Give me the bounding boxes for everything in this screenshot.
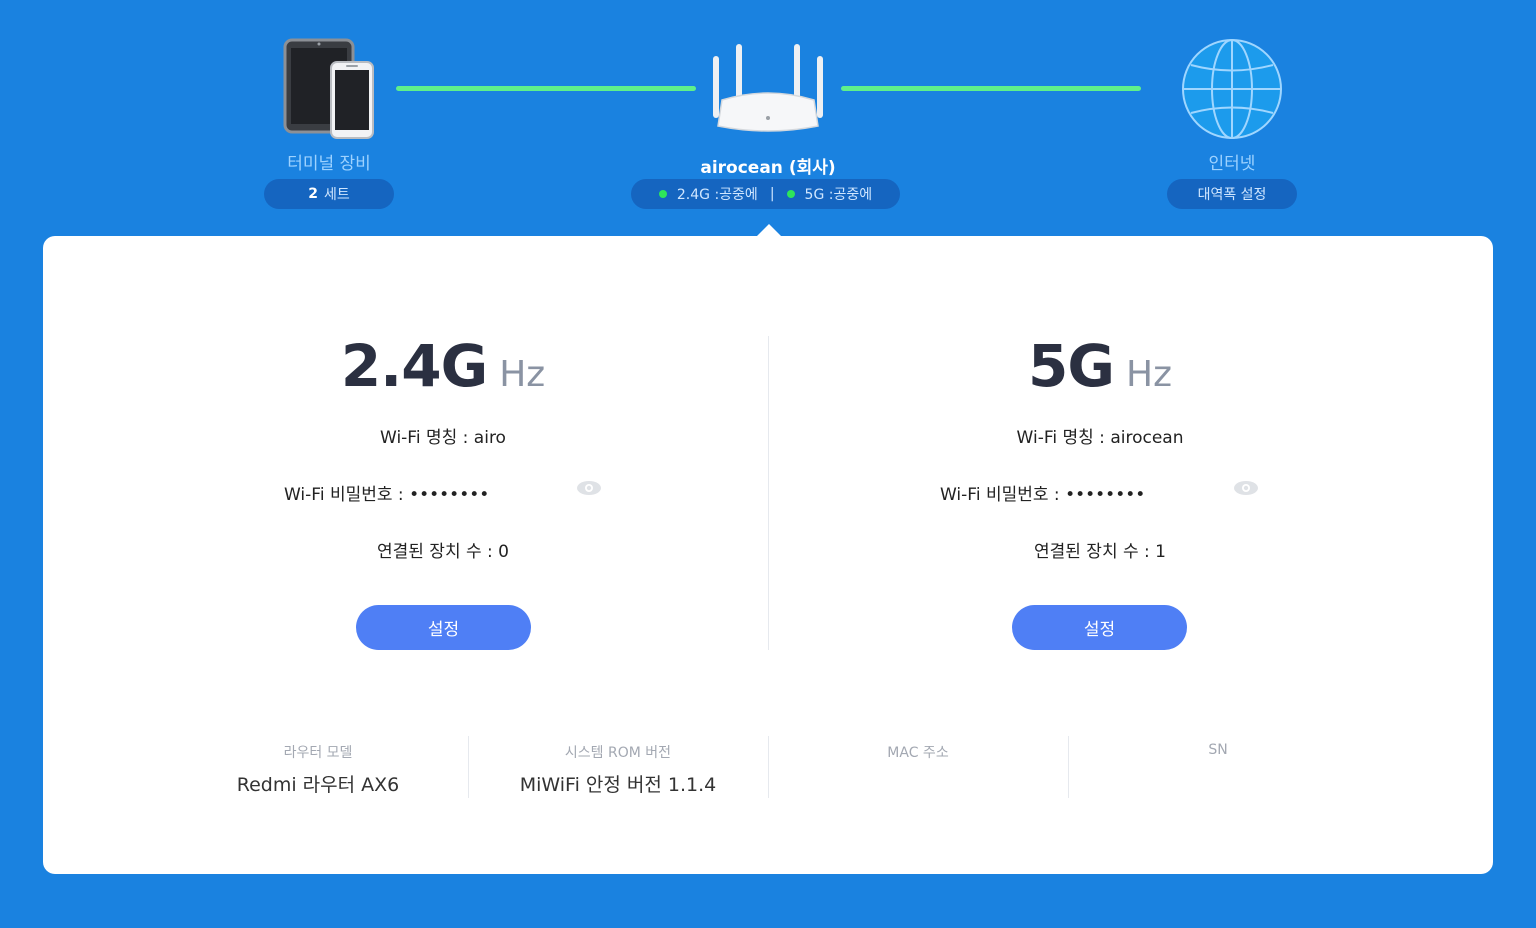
terminal-count-pill[interactable]: 2 세트 bbox=[264, 179, 394, 209]
status-separator: | bbox=[769, 186, 775, 202]
internet-node[interactable]: 인터넷 bbox=[1167, 38, 1297, 174]
info-mac-address: MAC 주소 bbox=[768, 736, 1068, 800]
info-router-model: 라우터 모델 Redmi 라우터 AX6 bbox=[168, 736, 468, 800]
devices-label: 연결된 장치 수 : bbox=[1033, 542, 1156, 562]
ssid-label: Wi-Fi 명칭 : bbox=[1016, 428, 1111, 448]
band-24g-freq: 2.4G bbox=[340, 332, 488, 400]
band-5g-freq: 5G bbox=[1028, 332, 1115, 400]
info-label: SN bbox=[1208, 742, 1228, 758]
ssid-label: Wi-Fi 명칭 : bbox=[380, 428, 474, 448]
info-label: MAC 주소 bbox=[887, 745, 949, 761]
band-5g-password: Wi-Fi 비밀번호 : •••••••• bbox=[940, 480, 1145, 505]
info-label: 라우터 모델 bbox=[283, 745, 353, 761]
band-5g-settings-button[interactable]: 설정 bbox=[1012, 605, 1187, 650]
terminal-node[interactable]: 터미널 장비 bbox=[264, 38, 394, 174]
terminal-count: 2 bbox=[308, 186, 318, 202]
info-rom-version: 시스템 ROM 버전 MiWiFi 안정 버전 1.1.4 bbox=[468, 736, 768, 800]
band-5g-devices: 연결된 장치 수 : 1 bbox=[800, 537, 1400, 562]
show-password-eye-icon[interactable] bbox=[576, 480, 602, 496]
password-label: Wi-Fi 비밀번호 : bbox=[940, 485, 1066, 505]
router-internet-link bbox=[841, 86, 1141, 91]
status-dot-24g bbox=[658, 190, 667, 198]
devices-icon bbox=[283, 38, 374, 139]
band-24g-title: 2.4G Hz bbox=[143, 332, 743, 400]
band-24g-unit: Hz bbox=[499, 354, 546, 395]
wifi-info-card: 2.4G Hz Wi-Fi 명칭 : airo Wi-Fi 비밀번호 : ••••… bbox=[43, 236, 1493, 874]
status-dot-5g bbox=[786, 190, 795, 198]
show-password-eye-icon[interactable] bbox=[1233, 480, 1259, 496]
globe-icon bbox=[1182, 39, 1282, 139]
band-24g-settings-button[interactable]: 설정 bbox=[356, 605, 531, 650]
info-serial-number: SN bbox=[1068, 736, 1368, 800]
band-5g-ssid: Wi-Fi 명칭 : airocean bbox=[800, 423, 1400, 448]
card-pointer-arrow bbox=[757, 224, 781, 236]
devices-value: 1 bbox=[1155, 542, 1166, 562]
band-5g-title: 5G Hz bbox=[800, 332, 1400, 400]
terminal-count-unit: 세트 bbox=[323, 187, 350, 203]
band-24g-password: Wi-Fi 비밀번호 : •••••••• bbox=[284, 480, 489, 505]
band-24g-panel: 2.4G Hz Wi-Fi 명칭 : airo Wi-Fi 비밀번호 : ••••… bbox=[143, 332, 743, 662]
terminal-router-link bbox=[396, 86, 696, 91]
password-label: Wi-Fi 비밀번호 : bbox=[284, 485, 410, 505]
band-divider bbox=[768, 336, 769, 650]
terminal-label: 터미널 장비 bbox=[287, 154, 371, 174]
info-label: 시스템 ROM 버전 bbox=[564, 745, 672, 761]
password-value: •••••••• bbox=[409, 485, 490, 505]
band-24g-ssid: Wi-Fi 명칭 : airo bbox=[143, 423, 743, 448]
router-icon[interactable] bbox=[708, 42, 828, 134]
bandwidth-settings-button[interactable]: 대역폭 설정 bbox=[1167, 179, 1297, 209]
band-24g-devices: 연결된 장치 수 : 0 bbox=[143, 537, 743, 562]
band-5g-unit: Hz bbox=[1126, 354, 1172, 395]
network-topology: 터미널 장비 2 세트 airocean (회사) 2.4G :공중에 | 5G… bbox=[0, 0, 1536, 236]
band5-status: 5G :공중에 bbox=[804, 187, 873, 203]
devices-label: 연결된 장치 수 : bbox=[376, 542, 499, 562]
devices-value: 0 bbox=[498, 542, 509, 562]
band24-status: 2.4G :공중에 bbox=[676, 187, 758, 203]
ssid-value: airo bbox=[473, 428, 506, 448]
info-value: MiWiFi 안정 버전 1.1.4 bbox=[519, 774, 717, 796]
ssid-value: airocean bbox=[1110, 428, 1184, 448]
password-value: •••••••• bbox=[1065, 485, 1146, 505]
router-name: airocean (회사) bbox=[700, 158, 836, 178]
band-5g-panel: 5G Hz Wi-Fi 명칭 : airocean Wi-Fi 비밀번호 : ••… bbox=[800, 332, 1400, 662]
internet-label: 인터넷 bbox=[1208, 154, 1256, 174]
info-value: Redmi 라우터 AX6 bbox=[236, 774, 400, 796]
router-status-pill: 2.4G :공중에 | 5G :공중에 bbox=[631, 179, 900, 209]
